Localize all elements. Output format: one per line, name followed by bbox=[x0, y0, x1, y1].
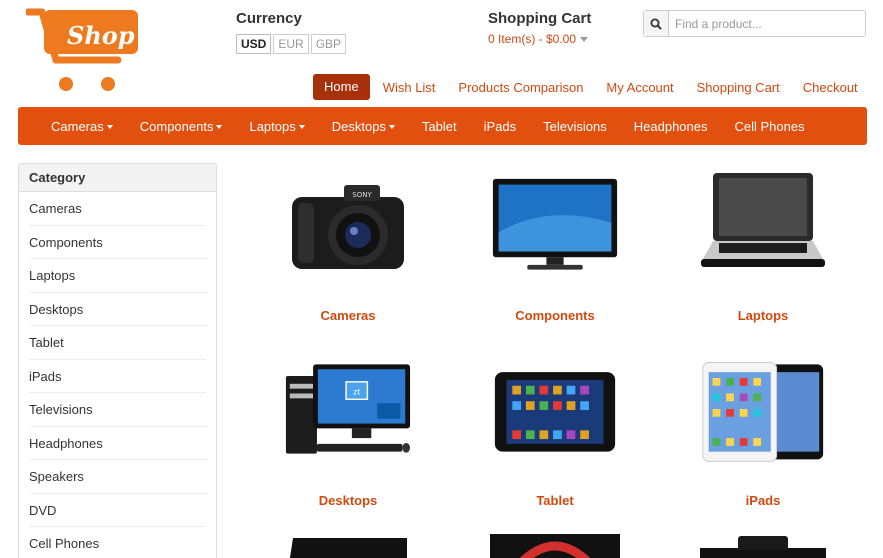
nav-ipads[interactable]: iPads bbox=[484, 119, 517, 134]
cart-summary-dropdown[interactable]: 0 Item(s) - $0.00 bbox=[488, 32, 591, 46]
caret-down-icon bbox=[106, 125, 113, 130]
sidebar-title: Category bbox=[19, 164, 216, 192]
cart-summary: 0 Item(s) - $0.00 bbox=[488, 32, 577, 46]
currency-gbp-button[interactable]: GBP bbox=[310, 34, 347, 54]
cart-title: Shopping Cart bbox=[488, 10, 592, 27]
product-card-desktops[interactable]: zt Desktops bbox=[244, 350, 452, 508]
product-name-ipads[interactable]: iPads bbox=[659, 493, 867, 508]
sidebar-item-components[interactable]: Components bbox=[29, 226, 206, 259]
caret-down-icon bbox=[298, 125, 305, 130]
caret-down-icon bbox=[216, 125, 223, 130]
search-box bbox=[643, 10, 866, 37]
ipad-image[interactable] bbox=[699, 350, 827, 468]
monitor-image[interactable] bbox=[491, 160, 619, 278]
search-button[interactable] bbox=[644, 11, 669, 36]
product-name-tablet[interactable]: Tablet bbox=[451, 493, 659, 508]
main-nav: Cameras Components Laptops Desktops Tabl… bbox=[18, 107, 867, 145]
search-icon bbox=[650, 18, 662, 30]
category-sidebar: Category Cameras Components Laptops Desk… bbox=[18, 163, 217, 558]
checkout-link[interactable]: Checkout bbox=[803, 80, 858, 95]
caret-down-icon bbox=[388, 125, 395, 130]
product-card-partial[interactable] bbox=[659, 534, 867, 558]
nav-desktops[interactable]: Desktops bbox=[332, 119, 395, 134]
product-card-laptops[interactable]: Laptops bbox=[659, 160, 867, 323]
camera-image[interactable]: SONY bbox=[284, 160, 412, 278]
product-card-partial[interactable] bbox=[451, 534, 659, 558]
product-name-desktops[interactable]: Desktops bbox=[244, 493, 452, 508]
sidebar-item-televisions[interactable]: Televisions bbox=[29, 393, 206, 427]
nav-components[interactable]: Components bbox=[140, 119, 223, 134]
nav-televisions[interactable]: Televisions bbox=[543, 119, 607, 134]
products-comparison-link[interactable]: Products Comparison bbox=[458, 80, 583, 95]
sidebar-item-cell-phones[interactable]: Cell Phones bbox=[29, 527, 206, 558]
sidebar-item-tablet[interactable]: Tablet bbox=[29, 326, 206, 360]
product-card-ipads[interactable]: iPads bbox=[659, 350, 867, 508]
top-links: Home Wish List Products Comparison My Ac… bbox=[313, 74, 858, 100]
sidebar-item-laptops[interactable]: Laptops bbox=[29, 259, 206, 293]
product-card-cameras[interactable]: SONY Cameras bbox=[244, 160, 452, 323]
wish-list-link[interactable]: Wish List bbox=[383, 80, 436, 95]
desktop-image[interactable]: zt bbox=[284, 350, 412, 468]
nav-cell-phones[interactable]: Cell Phones bbox=[735, 119, 805, 134]
shopping-cart-link[interactable]: Shopping Cart bbox=[697, 80, 780, 95]
svg-text:zt: zt bbox=[353, 387, 360, 396]
nav-headphones[interactable]: Headphones bbox=[634, 119, 708, 134]
product-name-cameras[interactable]: Cameras bbox=[244, 308, 452, 323]
my-account-link[interactable]: My Account bbox=[606, 80, 673, 95]
svg-text:SONY: SONY bbox=[352, 191, 372, 199]
product-card-partial[interactable] bbox=[244, 534, 452, 558]
product-card-tablet[interactable]: Tablet bbox=[451, 350, 659, 508]
shopping-cart-widget: Shopping Cart 0 Item(s) - $0.00 bbox=[488, 10, 591, 46]
nav-tablet[interactable]: Tablet bbox=[422, 119, 457, 134]
home-link[interactable]: Home bbox=[313, 74, 370, 100]
cart-logo-icon bbox=[24, 8, 138, 91]
sidebar-item-ipads[interactable]: iPads bbox=[29, 360, 206, 393]
currency-selector: Currency USD EUR GBP bbox=[236, 10, 348, 54]
tv-image[interactable] bbox=[283, 534, 413, 558]
sidebar-item-speakers[interactable]: Speakers bbox=[29, 460, 206, 494]
headphones-image[interactable] bbox=[490, 534, 620, 558]
sidebar-item-desktops[interactable]: Desktops bbox=[29, 293, 206, 326]
nav-cameras[interactable]: Cameras bbox=[51, 119, 113, 134]
nav-laptops[interactable]: Laptops bbox=[249, 119, 305, 134]
product-card-components[interactable]: Components bbox=[451, 160, 659, 323]
currency-eur-button[interactable]: EUR bbox=[273, 34, 309, 54]
sidebar-item-cameras[interactable]: Cameras bbox=[29, 192, 206, 226]
speakers-image[interactable] bbox=[698, 534, 828, 558]
logo[interactable]: Shop bbox=[24, 4, 144, 96]
currency-usd-button[interactable]: USD bbox=[236, 34, 272, 54]
product-name-laptops[interactable]: Laptops bbox=[659, 308, 867, 323]
sidebar-item-dvd[interactable]: DVD bbox=[29, 494, 206, 527]
logo-text: Shop bbox=[67, 21, 135, 50]
tablet-image[interactable] bbox=[491, 350, 619, 468]
product-name-components[interactable]: Components bbox=[451, 308, 659, 323]
chevron-down-icon bbox=[580, 37, 589, 43]
search-input[interactable] bbox=[669, 11, 859, 36]
sidebar-item-headphones[interactable]: Headphones bbox=[29, 427, 206, 460]
laptop-image[interactable] bbox=[699, 160, 827, 278]
currency-title: Currency bbox=[236, 10, 302, 27]
